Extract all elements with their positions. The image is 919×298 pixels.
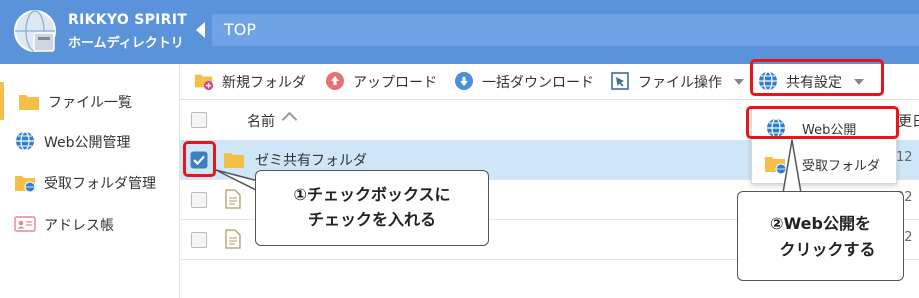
callout-2-line-1: ②Web公開を [770,214,871,233]
callout-2-line-2: クリックする [779,240,876,259]
callout-1-line-1: ①チェックボックスに [293,185,451,204]
instruction-callout-1: ①チェックボックスに チェックを入れる [255,170,489,246]
instruction-callout-2: ②Web公開を クリックする [737,191,904,281]
callout-1-line-2: チェックを入れる [307,210,436,229]
